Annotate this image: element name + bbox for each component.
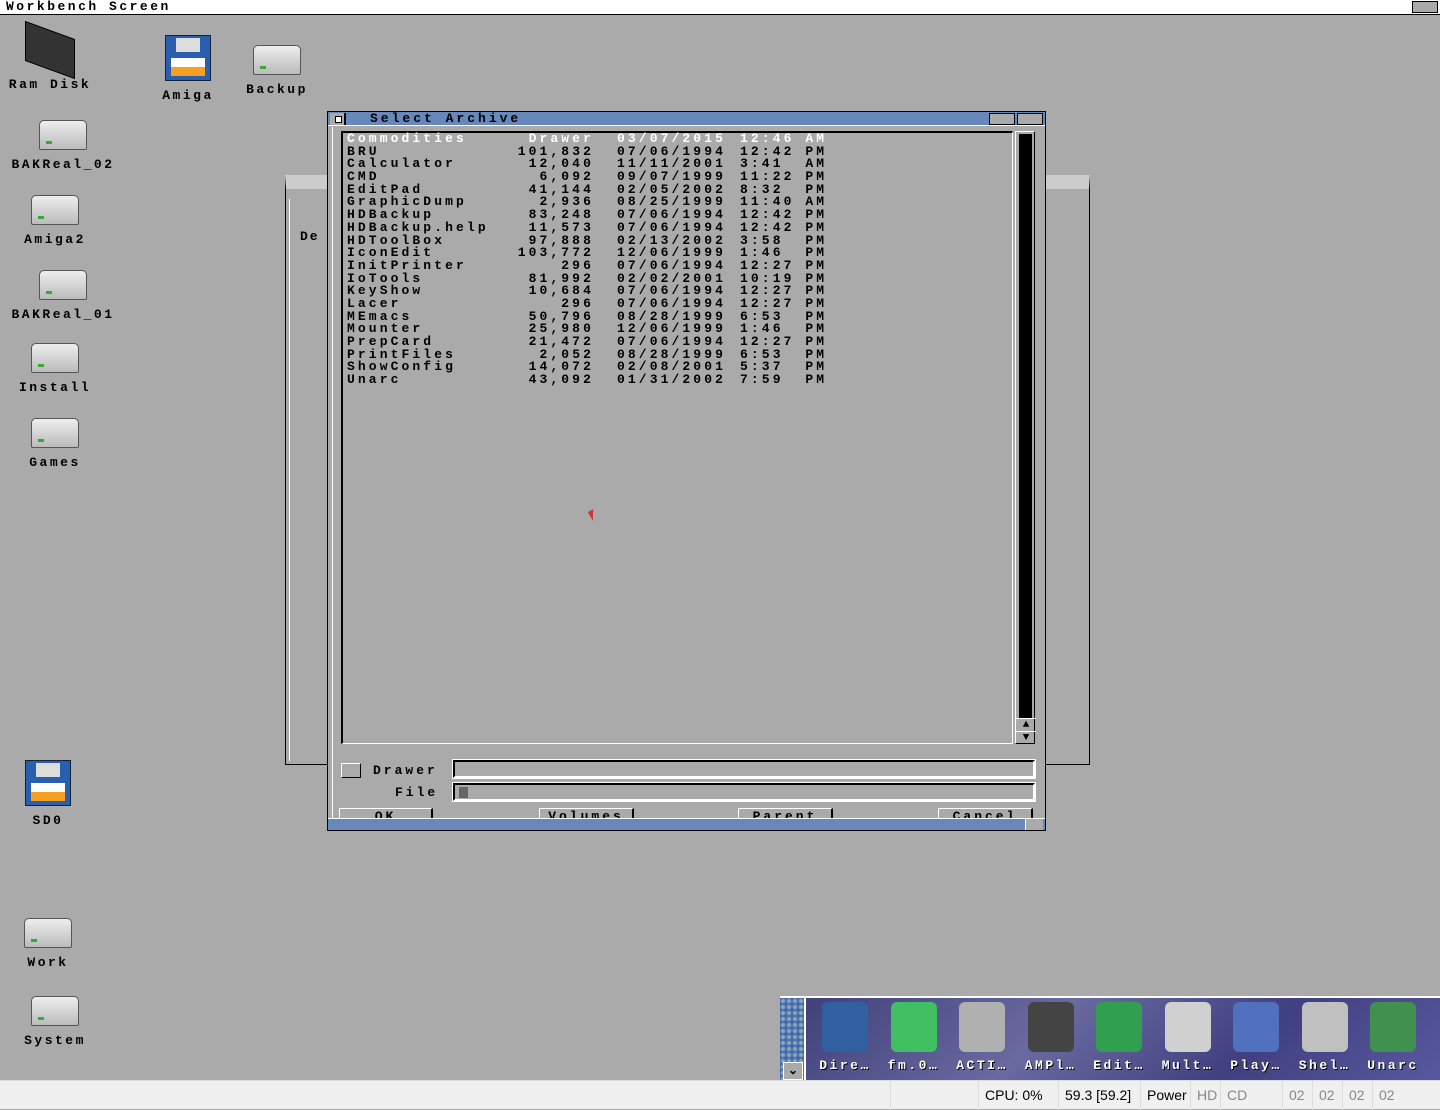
harddisk-icon xyxy=(39,120,87,150)
file-name: Unarc xyxy=(347,372,402,388)
desktop-icon-backup[interactable]: Backup xyxy=(222,45,332,97)
desktop-icon-games[interactable]: Games xyxy=(0,418,110,470)
dock-item-label: Dire… xyxy=(819,1058,871,1073)
resize-handle-icon[interactable] xyxy=(1025,819,1043,830)
magnifier-icon xyxy=(1164,1002,1211,1052)
dock-item-label: AMPl… xyxy=(1024,1058,1077,1073)
dock-item[interactable]: AMPl… xyxy=(1016,1002,1086,1073)
drive-1-status: 02 xyxy=(1312,1081,1341,1110)
drive-2-status: 02 xyxy=(1342,1081,1371,1110)
depth-button[interactable] xyxy=(1017,113,1043,125)
ram-chip-icon xyxy=(25,20,75,80)
floppy-icon xyxy=(165,35,211,81)
harddisk-icon xyxy=(39,270,87,300)
dock-item[interactable]: Shel… xyxy=(1290,1002,1360,1073)
desktop-icon-bakreal-01[interactable]: BAKReal_01 xyxy=(8,270,118,322)
file-input[interactable] xyxy=(452,782,1036,802)
icon-label: Ram Disk xyxy=(8,77,92,92)
dock-item[interactable]: Play… xyxy=(1221,1002,1291,1073)
screen-depth-button[interactable] xyxy=(1412,1,1438,13)
background-window-label: De xyxy=(300,229,320,244)
dock-item[interactable]: ACTI… xyxy=(947,1002,1017,1073)
scrollbar[interactable]: ▲ ▼ xyxy=(1015,131,1036,744)
zoom-button[interactable] xyxy=(989,113,1015,125)
dock-item-label: Mult… xyxy=(1161,1058,1214,1073)
notepad-icon xyxy=(1096,1002,1142,1052)
dock-item[interactable]: fm.0… xyxy=(879,1002,949,1073)
power-led: Power xyxy=(1140,1081,1190,1110)
dock-item-label: Shel… xyxy=(1298,1058,1351,1073)
dock-item[interactable]: Edit… xyxy=(1084,1002,1154,1073)
cpu-status: CPU: 0% xyxy=(978,1081,1058,1110)
harddisk-icon xyxy=(31,195,79,225)
drawer-input[interactable] xyxy=(452,759,1036,779)
cube-icon xyxy=(1370,1002,1416,1052)
shell-icon xyxy=(1301,1002,1348,1052)
dock-item-label: Unarc xyxy=(1367,1058,1419,1073)
desktop-icon-amiga2[interactable]: Amiga2 xyxy=(0,195,110,247)
file-manager-icon xyxy=(890,1002,937,1052)
harddisk-icon xyxy=(24,918,72,948)
icon-label: SD0 xyxy=(32,813,64,828)
file-size: 43,092 xyxy=(528,372,594,388)
desktop-icon-bakreal-02[interactable]: BAKReal_02 xyxy=(8,120,118,172)
drive-0-status: 02 xyxy=(1282,1081,1311,1110)
desktop-icon-ram-disk[interactable]: Ram Disk xyxy=(0,20,105,92)
harddisk-icon xyxy=(31,418,79,448)
file-list[interactable]: Commodities Drawer 03/07/2015 12:46 AM BRU 10… xyxy=(341,131,1013,744)
dock-item[interactable]: Mult… xyxy=(1153,1002,1223,1073)
file-label: File xyxy=(395,785,439,800)
dock-item[interactable]: Dire… xyxy=(810,1002,880,1073)
text-cursor xyxy=(459,787,468,798)
harddisk-icon xyxy=(31,343,79,373)
icon-label: Install xyxy=(18,380,92,395)
harddisk-icon xyxy=(253,45,301,75)
icon-label: BAKReal_02 xyxy=(11,157,115,172)
dialog-title-bar[interactable]: Select Archive xyxy=(328,112,1045,126)
close-button[interactable] xyxy=(330,113,346,125)
file-time: 7:59 PM xyxy=(740,372,828,388)
scroll-knob[interactable] xyxy=(1019,134,1032,718)
cd-player-icon xyxy=(1233,1002,1279,1052)
icon-label: Work xyxy=(27,955,69,970)
screen-title-bar: Workbench Screen xyxy=(0,0,1440,15)
dock-bar: ⌄ Dire… fm.0… ACTI… AMPl… Edit… Mult… Play… She… xyxy=(780,996,1440,1082)
icon-label: BAKReal_01 xyxy=(11,307,115,322)
dock-item[interactable]: Unarc xyxy=(1358,1002,1428,1073)
status-bar: CPU: 0% 59.3 [59.2] Power HD CD 02 02 02… xyxy=(0,1080,1440,1110)
drawer-checkbox[interactable] xyxy=(341,763,361,778)
desktop-icon-sd0[interactable]: SD0 xyxy=(0,760,103,828)
scroll-up-arrow-icon[interactable]: ▲ xyxy=(1016,718,1036,731)
desktop-icon-work[interactable]: Work xyxy=(0,918,103,970)
cd-led: CD xyxy=(1220,1081,1280,1110)
dock-item-label: Play… xyxy=(1230,1058,1282,1073)
dialog-title: Select Archive xyxy=(370,111,522,126)
select-archive-dialog: Select Archive Commodities Drawer 03/07/20… xyxy=(327,111,1046,831)
dock-item-label: Edit… xyxy=(1093,1058,1145,1073)
dialog-bottom-border xyxy=(328,818,1045,830)
dock-item-label: fm.0… xyxy=(887,1058,940,1073)
file-row[interactable]: Unarc 43,092 01/31/2002 7:59 PM xyxy=(343,372,1012,388)
film-icon xyxy=(959,1002,1005,1052)
icon-label: Amiga2 xyxy=(24,232,86,247)
dock-item-label: ACTI… xyxy=(956,1058,1008,1073)
file-date: 01/31/2002 xyxy=(617,372,727,388)
hd-led: HD xyxy=(1190,1081,1220,1110)
desktop-icon-install[interactable]: Install xyxy=(0,343,110,395)
screen-title: Workbench Screen xyxy=(6,0,171,14)
drawer-label: Drawer xyxy=(373,763,438,778)
scroll-down-arrow-icon[interactable]: ▼ xyxy=(1016,731,1036,744)
dock-menu-icon[interactable]: ⌄ xyxy=(783,1062,803,1080)
harddisk-icon xyxy=(31,996,79,1026)
drive-3-status: 02 xyxy=(1372,1081,1401,1110)
fps-status: 59.3 [59.2] xyxy=(1058,1081,1140,1110)
icon-label: Games xyxy=(29,455,81,470)
icon-label: Backup xyxy=(246,82,308,97)
desktop-icon-system[interactable]: System xyxy=(0,996,110,1048)
speaker-icon xyxy=(1027,1002,1074,1052)
floppy-icon xyxy=(25,760,71,806)
dock-handle[interactable]: ⌄ xyxy=(780,998,806,1082)
directory-opus-icon xyxy=(822,1002,868,1052)
icon-label: System xyxy=(24,1033,86,1048)
